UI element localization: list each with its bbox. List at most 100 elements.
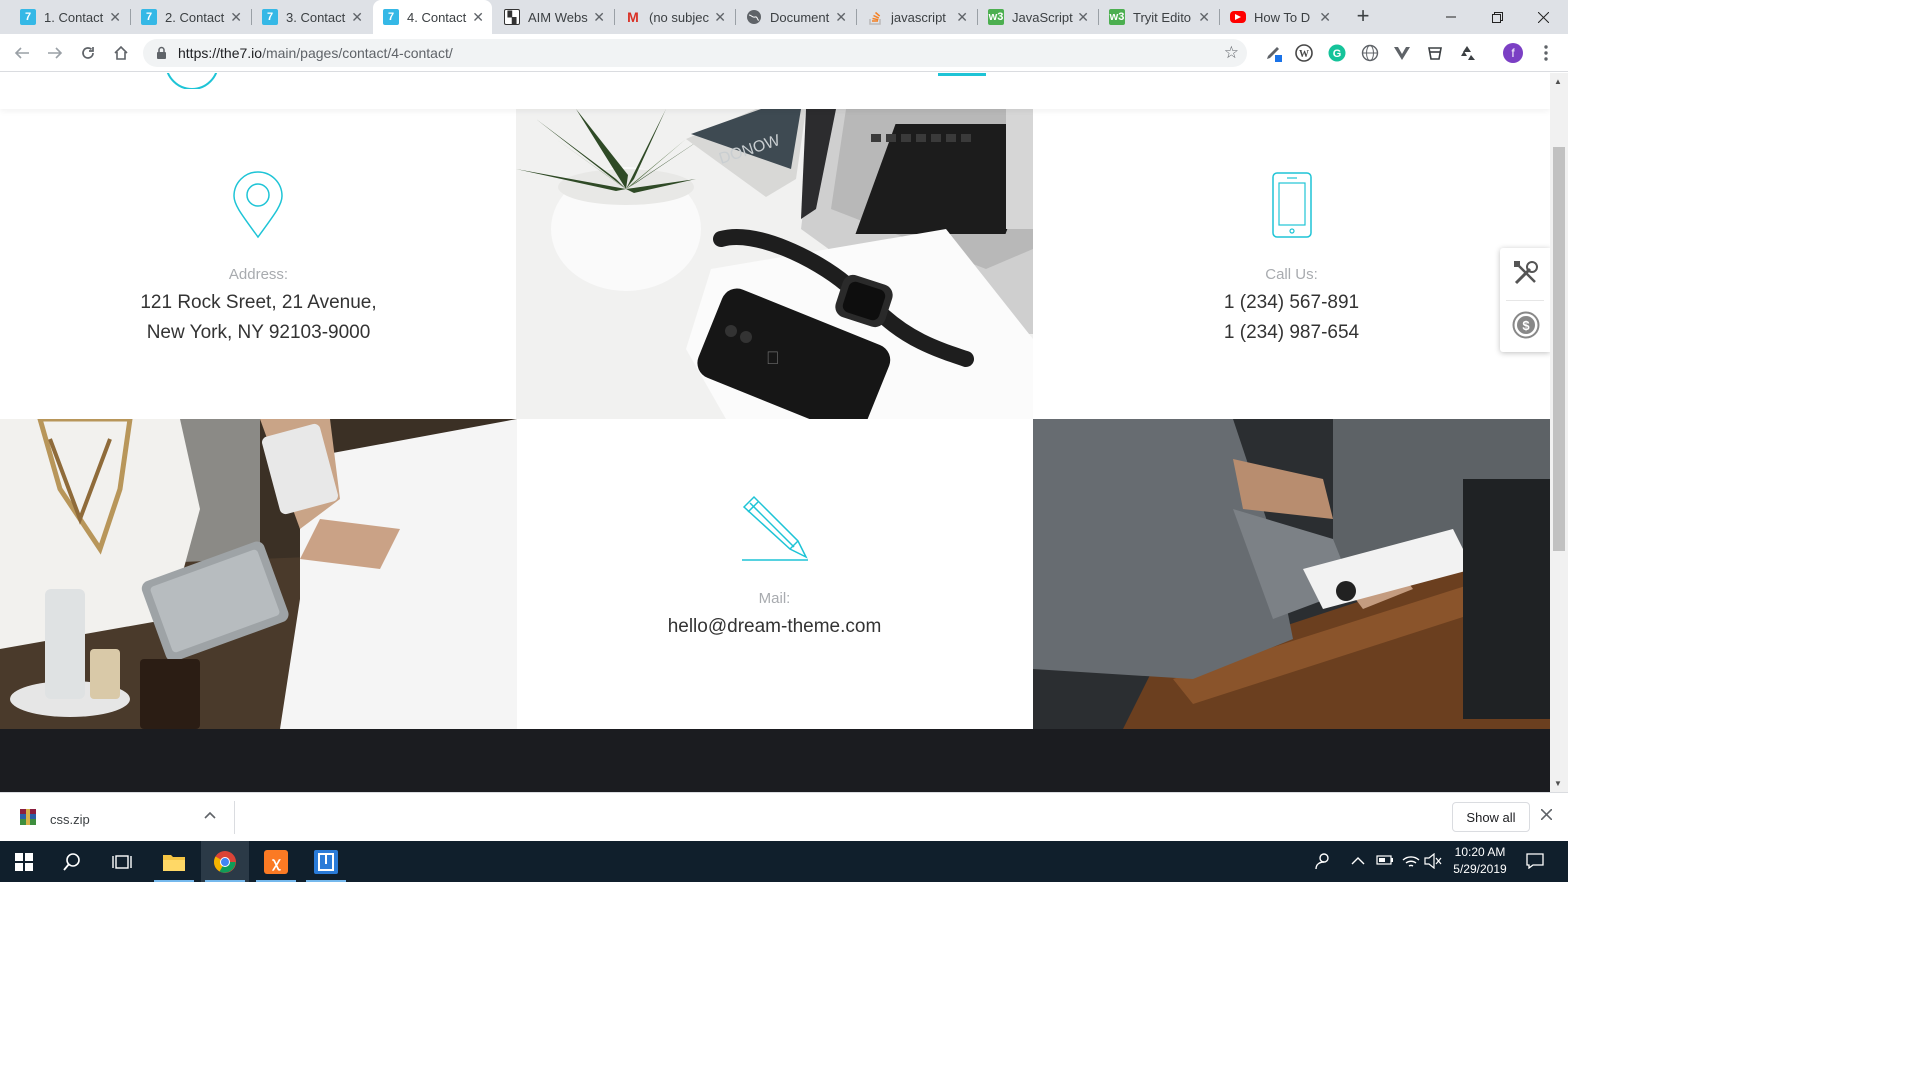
mail-address-link[interactable]: hello@dream-theme.com [516, 616, 1033, 638]
grammarly-icon[interactable]: G [1327, 43, 1347, 63]
mail-label: Mail: [758, 590, 791, 607]
floating-sidebar-widget: $ [1500, 248, 1550, 352]
clock-time: 10:20 AM [1454, 845, 1506, 859]
app-icon [314, 849, 338, 874]
chevron-up-icon[interactable] [204, 807, 216, 822]
vue-devtools-icon[interactable] [1392, 43, 1412, 63]
xampp-icon: ꭓ [264, 849, 288, 874]
new-tab-button[interactable]: + [1352, 5, 1374, 29]
site-logo[interactable] [164, 73, 220, 89]
extension-pen-icon[interactable] [1263, 43, 1283, 63]
youtube-icon [1230, 11, 1246, 23]
tab-title: Tryit Edito [1133, 9, 1192, 25]
system-clock[interactable]: 10:20 AM 5/29/2019 [1440, 844, 1520, 878]
browser-tab[interactable]: 7 4. Contact ✕ [373, 0, 492, 34]
back-button[interactable] [10, 41, 34, 65]
browser-tab[interactable]: How To D ✕ [1220, 0, 1339, 34]
page-scrollbar[interactable]: ▲ ▼ [1550, 73, 1568, 792]
stackoverflow-icon [867, 9, 883, 25]
tab-title: 4. Contact [407, 9, 467, 25]
browser-tab[interactable]: ▚ AIM Webs ✕ [494, 0, 613, 34]
site-header [0, 73, 1550, 109]
winrar-archive-icon [20, 809, 36, 825]
the7-icon: 7 [141, 9, 157, 25]
address-label: Address: [228, 266, 289, 283]
browser-tab[interactable]: w3 JavaScript ✕ [978, 0, 1097, 34]
kebab-menu-icon [1544, 45, 1548, 61]
tab-close-icon[interactable]: ✕ [472, 9, 484, 25]
scrollbar-thumb[interactable] [1553, 147, 1565, 551]
running-indicator [306, 880, 346, 882]
browser-tab[interactable]: M (no subjec ✕ [615, 0, 734, 34]
arrow-right-icon [48, 47, 63, 59]
file-explorer-button[interactable] [150, 841, 198, 882]
clock-date: 5/29/2019 [1453, 862, 1507, 876]
tab-close-icon[interactable]: ✕ [593, 9, 605, 25]
tab-close-icon[interactable]: ✕ [109, 9, 121, 25]
globe-extension-icon[interactable] [1360, 43, 1380, 63]
close-window-button[interactable] [1520, 0, 1566, 34]
url-text: https://the7.io/main/pages/contact/4-con… [178, 45, 453, 61]
wordpress-icon[interactable]: W [1294, 43, 1314, 63]
close-icon [1540, 808, 1553, 821]
restore-button[interactable] [1474, 0, 1520, 34]
home-button[interactable] [109, 41, 133, 65]
forward-button[interactable] [43, 41, 67, 65]
browser-tab[interactable]: 7 1. Contact ✕ [10, 0, 129, 34]
dollar-coin-icon[interactable]: $ [1512, 311, 1540, 339]
phone-line-1[interactable]: 1 (234) 567-891 [1033, 292, 1550, 314]
aim-icon: ▚ [504, 9, 520, 25]
tab-title: JavaScript [1012, 9, 1073, 25]
tab-close-icon[interactable]: ✕ [835, 9, 847, 25]
app-taskbar-button[interactable] [302, 841, 350, 882]
start-button[interactable] [0, 841, 48, 882]
minimize-button[interactable] [1428, 0, 1474, 34]
w3schools-icon: w3 [988, 9, 1004, 25]
download-item-name[interactable]: css.zip [50, 812, 90, 827]
battery-icon[interactable] [1376, 853, 1394, 869]
chevron-up-tray-icon[interactable] [1351, 853, 1365, 869]
cup-extension-icon[interactable] [1425, 43, 1445, 63]
wifi-icon[interactable] [1402, 853, 1420, 872]
scroll-up-icon[interactable]: ▲ [1554, 77, 1562, 86]
tab-close-icon[interactable]: ✕ [1319, 9, 1331, 25]
tab-close-icon[interactable]: ✕ [1198, 9, 1210, 25]
scroll-down-icon[interactable]: ▼ [1554, 779, 1562, 788]
browser-tab[interactable]: 7 2. Contact ✕ [131, 0, 250, 34]
bookmark-star-icon[interactable]: ☆ [1224, 43, 1239, 63]
svg-text:W: W [1299, 49, 1309, 60]
tab-close-icon[interactable]: ✕ [230, 9, 242, 25]
show-all-downloads-button[interactable]: Show all [1452, 802, 1530, 832]
web-page: Address: 121 Rock Sreet, 21 Avenue, New … [0, 73, 1550, 792]
lock-icon [157, 46, 166, 59]
tab-close-icon[interactable]: ✕ [714, 9, 726, 25]
reload-button[interactable] [76, 41, 100, 65]
address-bar[interactable]: https://the7.io/main/pages/contact/4-con… [143, 39, 1247, 67]
profile-avatar[interactable]: f [1503, 43, 1523, 63]
the7-icon: 7 [383, 9, 399, 25]
chrome-taskbar-button[interactable] [201, 841, 249, 882]
tab-close-icon[interactable]: ✕ [351, 9, 363, 25]
running-indicator [205, 880, 245, 882]
close-download-shelf-button[interactable] [1540, 807, 1553, 825]
browser-tab[interactable]: Document ✕ [736, 0, 855, 34]
people-icon[interactable] [1314, 853, 1332, 872]
browser-tab[interactable]: javascript ✕ [857, 0, 976, 34]
arrow-left-icon [14, 47, 29, 59]
tab-close-icon[interactable]: ✕ [1077, 9, 1089, 25]
task-view-button[interactable] [98, 841, 146, 882]
pencil-icon [742, 495, 808, 561]
address-block: Address: 121 Rock Sreet, 21 Avenue, New … [0, 109, 517, 419]
tab-close-icon[interactable]: ✕ [956, 9, 968, 25]
phone-block: Call Us: 1 (234) 567-891 1 (234) 987-654 [1033, 109, 1550, 419]
phone-line-2[interactable]: 1 (234) 987-654 [1033, 322, 1550, 344]
tab-title: javascript [891, 9, 946, 25]
chrome-menu-button[interactable] [1536, 43, 1556, 63]
browser-tab[interactable]: w3 Tryit Edito ✕ [1099, 0, 1218, 34]
search-button[interactable] [48, 841, 96, 882]
tools-icon[interactable] [1513, 260, 1539, 286]
recycle-extension-icon[interactable] [1457, 43, 1477, 63]
xampp-button[interactable]: ꭓ [252, 841, 300, 882]
browser-tab[interactable]: 7 3. Contact ✕ [252, 0, 371, 34]
action-center-icon[interactable] [1526, 853, 1544, 872]
